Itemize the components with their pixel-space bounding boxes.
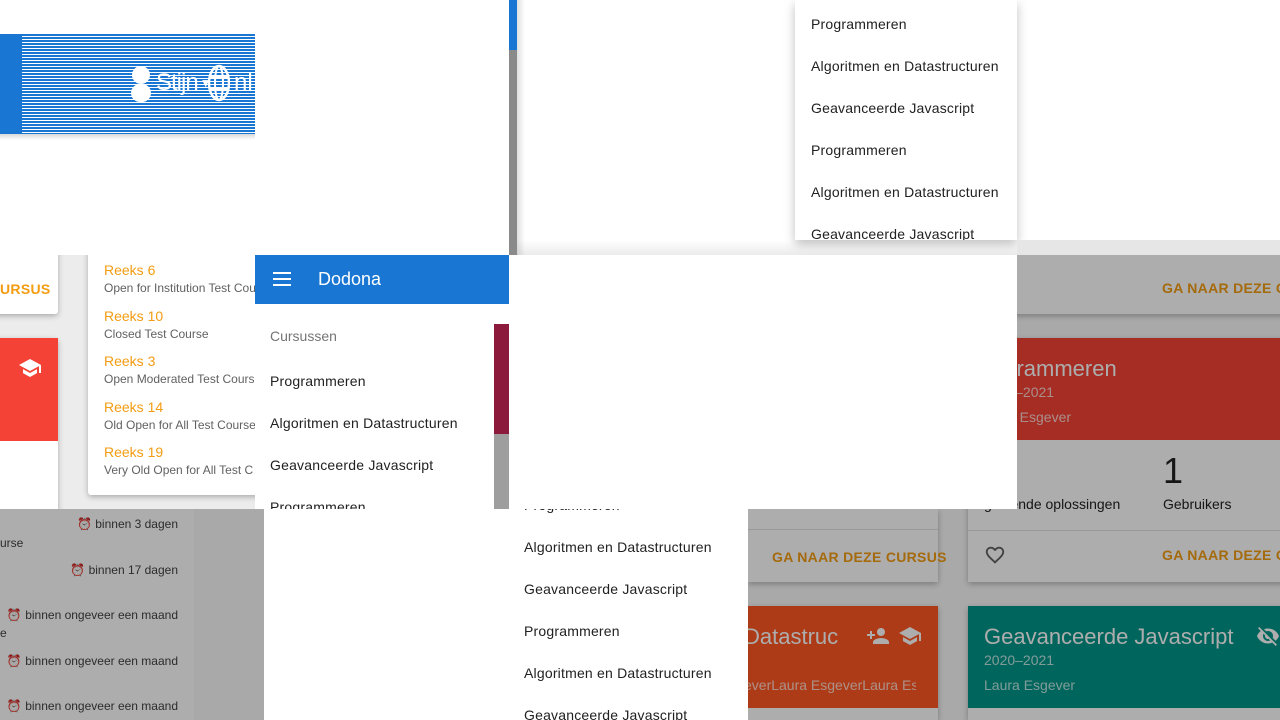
drawer-section-title: Cursussen <box>270 328 337 344</box>
reeks-title[interactable]: Reeks 10 <box>104 308 255 324</box>
reeks-course: Open for Institution Test Course <box>104 281 255 295</box>
left-panel: URSUS Reeks 6 Open for Institution Test … <box>0 255 255 509</box>
menu-item-course[interactable]: Geavanceerde Javascript <box>795 213 1017 240</box>
menu-item-course[interactable]: Algoritmen en Datastructuren <box>795 171 1017 213</box>
scrollbar[interactable] <box>494 434 509 509</box>
reeks-item[interactable]: Reeks 6 Open for Institution Test Course <box>104 262 255 295</box>
user-name: Stijn <box>156 69 199 96</box>
reeks-title[interactable]: Reeks 19 <box>104 444 255 460</box>
course-dropdown-bottom: Programmeren Algoritmen en Datastructure… <box>264 509 748 720</box>
drawer-item-course[interactable]: Programmeren <box>255 360 494 402</box>
divider <box>1017 240 1280 255</box>
center-panel <box>509 255 1017 509</box>
primary-strip: ‹ <box>0 34 22 134</box>
menu-hamburger-icon[interactable] <box>271 269 293 294</box>
reeks-title[interactable]: Reeks 14 <box>104 399 255 415</box>
toolbar: Stijn ▼ nl <box>22 34 255 134</box>
reeks-item[interactable]: Reeks 10 Closed Test Course <box>104 308 255 341</box>
navigation-drawer: Dodona Cursussen Programmeren Algoritmen… <box>255 255 509 509</box>
course-card-left: URSUS <box>0 255 58 314</box>
course-dropdown-top: Programmeren Algoritmen en Datastructure… <box>795 0 1017 240</box>
menu-item-course[interactable]: Geavanceerde Javascript <box>508 694 748 720</box>
globe-icon <box>208 64 230 102</box>
reeks-course: Closed Test Course <box>104 327 209 341</box>
menu-item-course[interactable]: Programmeren <box>795 129 1017 171</box>
background-card-edge <box>494 324 509 434</box>
drawer-header: Dodona <box>255 255 509 304</box>
scrollbar[interactable] <box>509 50 517 255</box>
school-icon <box>18 356 42 385</box>
menu-item-course[interactable]: Geavanceerde Javascript <box>508 568 748 610</box>
language-menu[interactable]: nl <box>208 64 253 102</box>
primary-strip <box>509 0 517 50</box>
drawer-top-fragment <box>255 0 517 255</box>
menu-item-course[interactable]: Algoritmen en Datastructuren <box>795 45 1017 87</box>
toolbar-shadow <box>0 134 255 140</box>
menu-item-course[interactable]: Geavanceerde Javascript <box>795 87 1017 129</box>
course-card-left-red <box>0 338 58 509</box>
reeks-item[interactable]: Reeks 3 Open Moderated Test Course <box>104 353 255 386</box>
reeksen-card: Reeks 6 Open for Institution Test Course… <box>88 255 255 495</box>
menu-item-course[interactable]: Programmeren <box>795 3 1017 45</box>
account-icon <box>131 66 151 102</box>
language-code: nl <box>234 69 253 96</box>
menu-item-course[interactable]: Algoritmen en Datastructuren <box>508 652 748 694</box>
header-fragment: ‹ Stijn ▼ nl <box>0 0 255 255</box>
reeks-item[interactable]: Reeks 19 Very Old Open for All Test Cour… <box>104 444 255 477</box>
app-title: Dodona <box>318 269 382 289</box>
drawer-item-course[interactable]: Programmeren <box>255 486 494 509</box>
reeks-course: Very Old Open for All Test Course <box>104 463 255 477</box>
drawer-item-course[interactable]: Geavanceerde Javascript <box>255 444 494 486</box>
go-to-course-link[interactable]: URSUS <box>0 281 51 297</box>
drawer-item-course[interactable]: Algoritmen en Datastructuren <box>255 402 494 444</box>
reeks-course: Open Moderated Test Course <box>104 372 255 386</box>
menu-item-course[interactable]: Programmeren <box>508 509 748 526</box>
reeks-course: Old Open for All Test Course <box>104 418 255 432</box>
reeks-title[interactable]: Reeks 6 <box>104 262 255 278</box>
reeks-item[interactable]: Reeks 14 Old Open for All Test Course <box>104 399 255 432</box>
reeks-title[interactable]: Reeks 3 <box>104 353 255 369</box>
user-menu[interactable]: Stijn ▼ <box>130 64 212 102</box>
menu-item-course[interactable]: Programmeren <box>508 610 748 652</box>
menu-item-course[interactable]: Algoritmen en Datastructuren <box>508 526 748 568</box>
